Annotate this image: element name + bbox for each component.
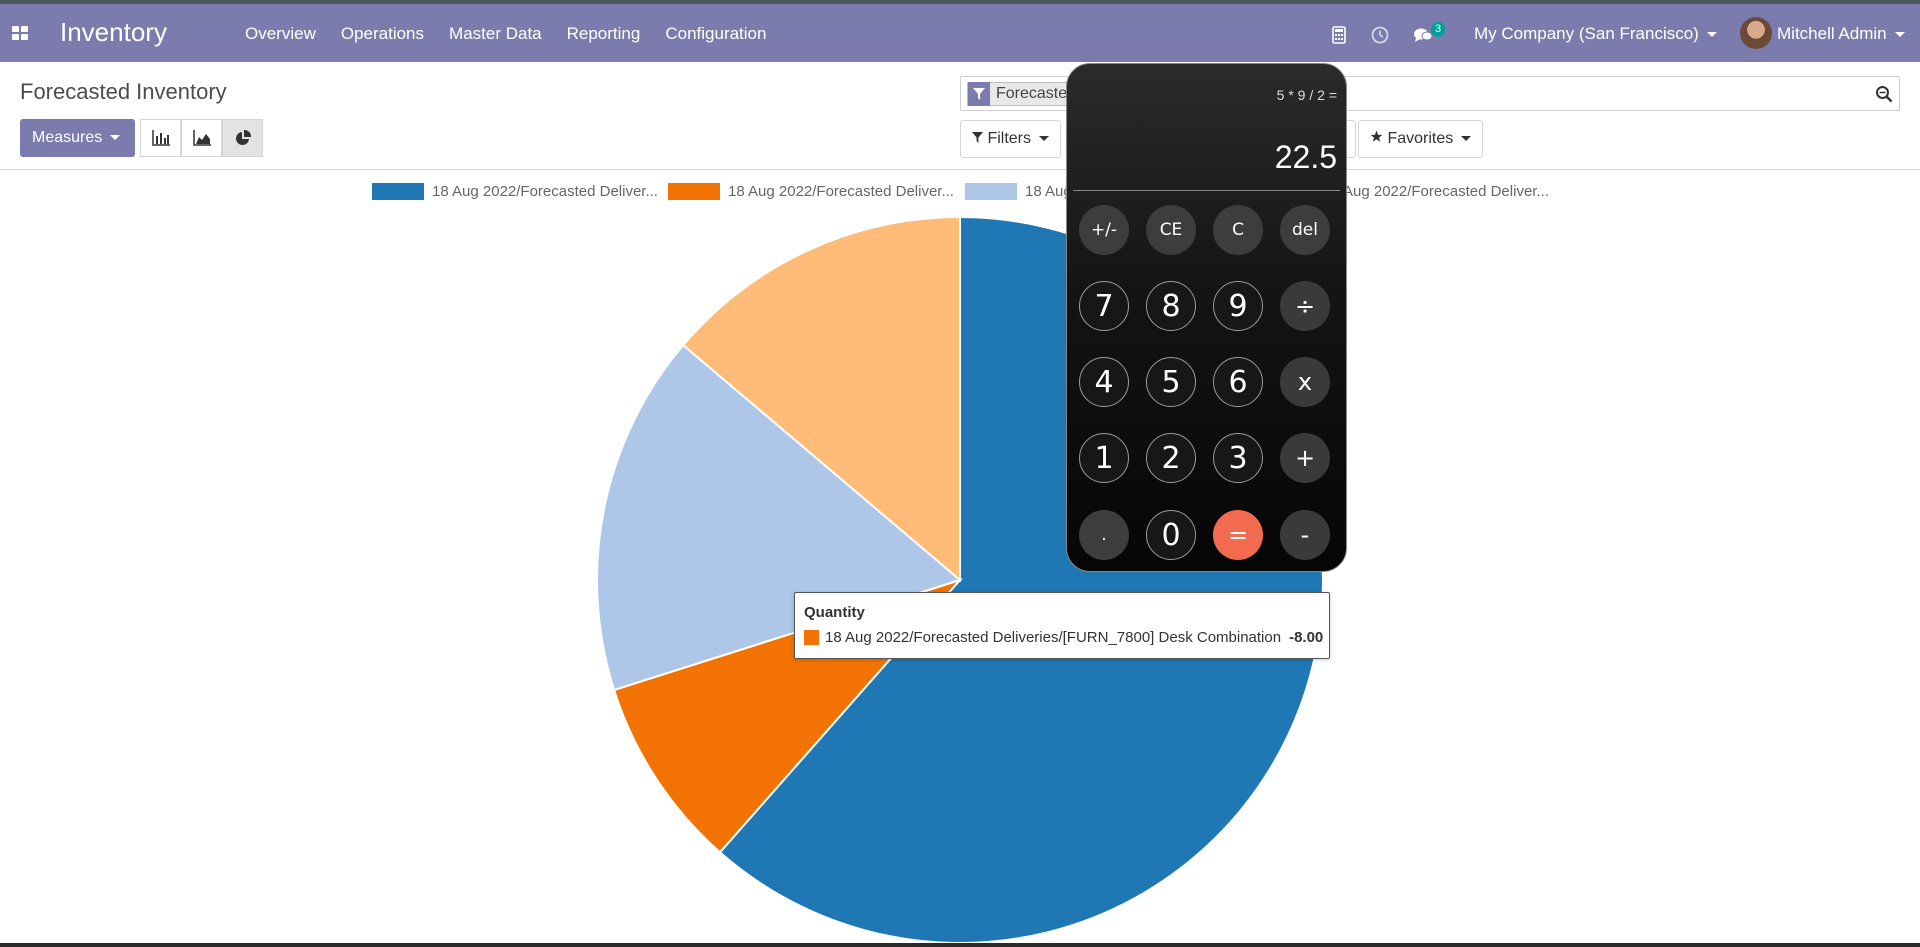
negate-key[interactable]: +/- — [1079, 205, 1129, 255]
subtract-key[interactable]: - — [1280, 510, 1330, 560]
tooltip-swatch — [804, 630, 819, 645]
equals-key[interactable]: = — [1213, 510, 1263, 560]
calculator-popup: 5 * 9 / 2 = 22.5 +/- CE Cdel 7 8 9 ÷ 4 5 6 x 1 2 3 +. 0… — [1066, 63, 1347, 572]
digit-3-key[interactable]: 3 — [1213, 433, 1263, 483]
digit-1-key[interactable]: 1 — [1079, 433, 1129, 483]
decimal-key[interactable]: . — [1079, 510, 1129, 560]
tooltip-label: 18 Aug 2022/Forecasted Deliveries/[FURN_… — [825, 629, 1282, 646]
digit-7-key[interactable]: 7 — [1079, 281, 1129, 331]
window-bottom-strip — [0, 943, 1920, 947]
multiply-key[interactable]: x — [1280, 357, 1330, 407]
clear-key[interactable]: C — [1213, 205, 1263, 255]
add-key[interactable]: + — [1280, 433, 1330, 483]
digit-2-key[interactable]: 2 — [1146, 433, 1196, 483]
clear-entry-key[interactable]: CE — [1146, 205, 1196, 255]
pie-chart — [596, 215, 1324, 944]
calculator-expression: 5 * 9 / 2 = — [1276, 87, 1337, 103]
chart-tooltip: Quantity 18 Aug 2022/Forecasted Deliveri… — [794, 592, 1330, 659]
digit-4-key[interactable]: 4 — [1079, 357, 1129, 407]
digit-5-key[interactable]: 5 — [1146, 357, 1196, 407]
calculator-result: 22.5 — [1274, 139, 1337, 175]
tooltip-title: Quantity — [804, 604, 865, 621]
digit-9-key[interactable]: 9 — [1213, 281, 1263, 331]
divide-key[interactable]: ÷ — [1280, 281, 1330, 331]
digit-6-key[interactable]: 6 — [1213, 357, 1263, 407]
tooltip-value: -8.00 — [1289, 629, 1324, 646]
digit-0-key[interactable]: 0 — [1146, 510, 1196, 560]
tooltip-row: 18 Aug 2022/Forecasted Deliveries/[FURN_… — [804, 629, 1323, 646]
delete-key[interactable]: del — [1280, 205, 1330, 255]
calculator-divider — [1073, 190, 1340, 191]
digit-8-key[interactable]: 8 — [1146, 281, 1196, 331]
